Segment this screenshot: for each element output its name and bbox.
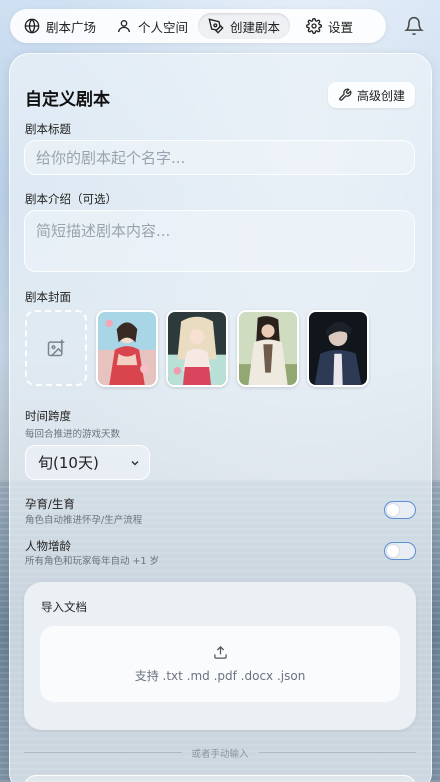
script-intro-label: 剧本介绍（可选） (25, 192, 117, 206)
cover-image-2 (168, 312, 226, 385)
file-dropzone[interactable]: 支持 .txt .md .pdf .docx .json (40, 626, 400, 702)
chevron-down-icon (131, 460, 139, 465)
nav-item-settings[interactable]: 设置 (296, 13, 363, 39)
bell-icon (404, 16, 424, 36)
advanced-create-button[interactable]: 高级创建 (328, 82, 415, 108)
cover-thumbnail-1[interactable] (96, 310, 158, 387)
top-nav: 剧本广场 个人空间 创建剧本 设置 (10, 9, 386, 43)
nav-item-label: 设置 (328, 19, 354, 35)
cover-image-3 (239, 312, 297, 385)
nav-item-label: 创建剧本 (230, 19, 281, 35)
pen-tool-icon (208, 18, 224, 34)
wrench-icon (339, 88, 352, 101)
pregnancy-toggle[interactable] (384, 501, 416, 519)
time-span-value: 旬(10天) (38, 454, 99, 472)
manual-input-divider-text: 或者手动输入 (0, 746, 440, 760)
script-title-label: 剧本标题 (25, 122, 71, 136)
import-document-title: 导入文档 (41, 600, 87, 614)
toggle-knob (387, 503, 399, 516)
cover-thumbnail-2[interactable] (166, 310, 228, 387)
time-span-description: 每回合推进的游戏天数 (25, 429, 121, 440)
pregnancy-label: 孕育/生育 (25, 497, 75, 511)
script-intro-input[interactable] (24, 210, 415, 272)
cover-thumbnail-3[interactable] (237, 310, 299, 387)
aging-label: 人物增龄 (25, 539, 71, 553)
manual-input-field[interactable] (24, 775, 416, 782)
nav-item-personal[interactable]: 个人空间 (106, 13, 198, 39)
globe-icon (24, 18, 40, 34)
cover-upload-button[interactable] (25, 310, 87, 386)
time-span-label: 时间跨度 (25, 409, 71, 423)
gear-icon (306, 18, 322, 34)
aging-description: 所有角色和玩家每年自动 +1 岁 (25, 556, 160, 567)
cover-thumbnail-4[interactable] (307, 310, 369, 387)
nav-item-create[interactable]: 创建剧本 (198, 13, 291, 39)
page-title: 自定义剧本 (25, 90, 110, 110)
upload-icon (213, 645, 227, 659)
image-plus-icon (47, 339, 65, 357)
advanced-create-label: 高级创建 (356, 88, 405, 103)
aging-toggle[interactable] (384, 542, 416, 560)
script-title-input[interactable] (24, 140, 415, 175)
divider-label: 或者手动输入 (191, 749, 249, 760)
nav-item-label: 剧本广场 (46, 19, 97, 35)
cover-image-1 (98, 312, 156, 385)
toggle-knob (387, 544, 399, 557)
user-icon (118, 20, 131, 33)
nav-item-label: 个人空间 (138, 19, 189, 35)
cover-image-4 (309, 312, 367, 385)
notifications-button[interactable] (404, 16, 424, 36)
time-span-select[interactable]: 旬(10天) (25, 445, 150, 480)
nav-item-plaza[interactable]: 剧本广场 (14, 13, 106, 39)
pregnancy-description: 角色自动推进怀孕/生产流程 (25, 515, 143, 526)
supported-formats-hint: 支持 .txt .md .pdf .docx .json (134, 668, 306, 683)
cover-label: 剧本封面 (25, 290, 71, 304)
